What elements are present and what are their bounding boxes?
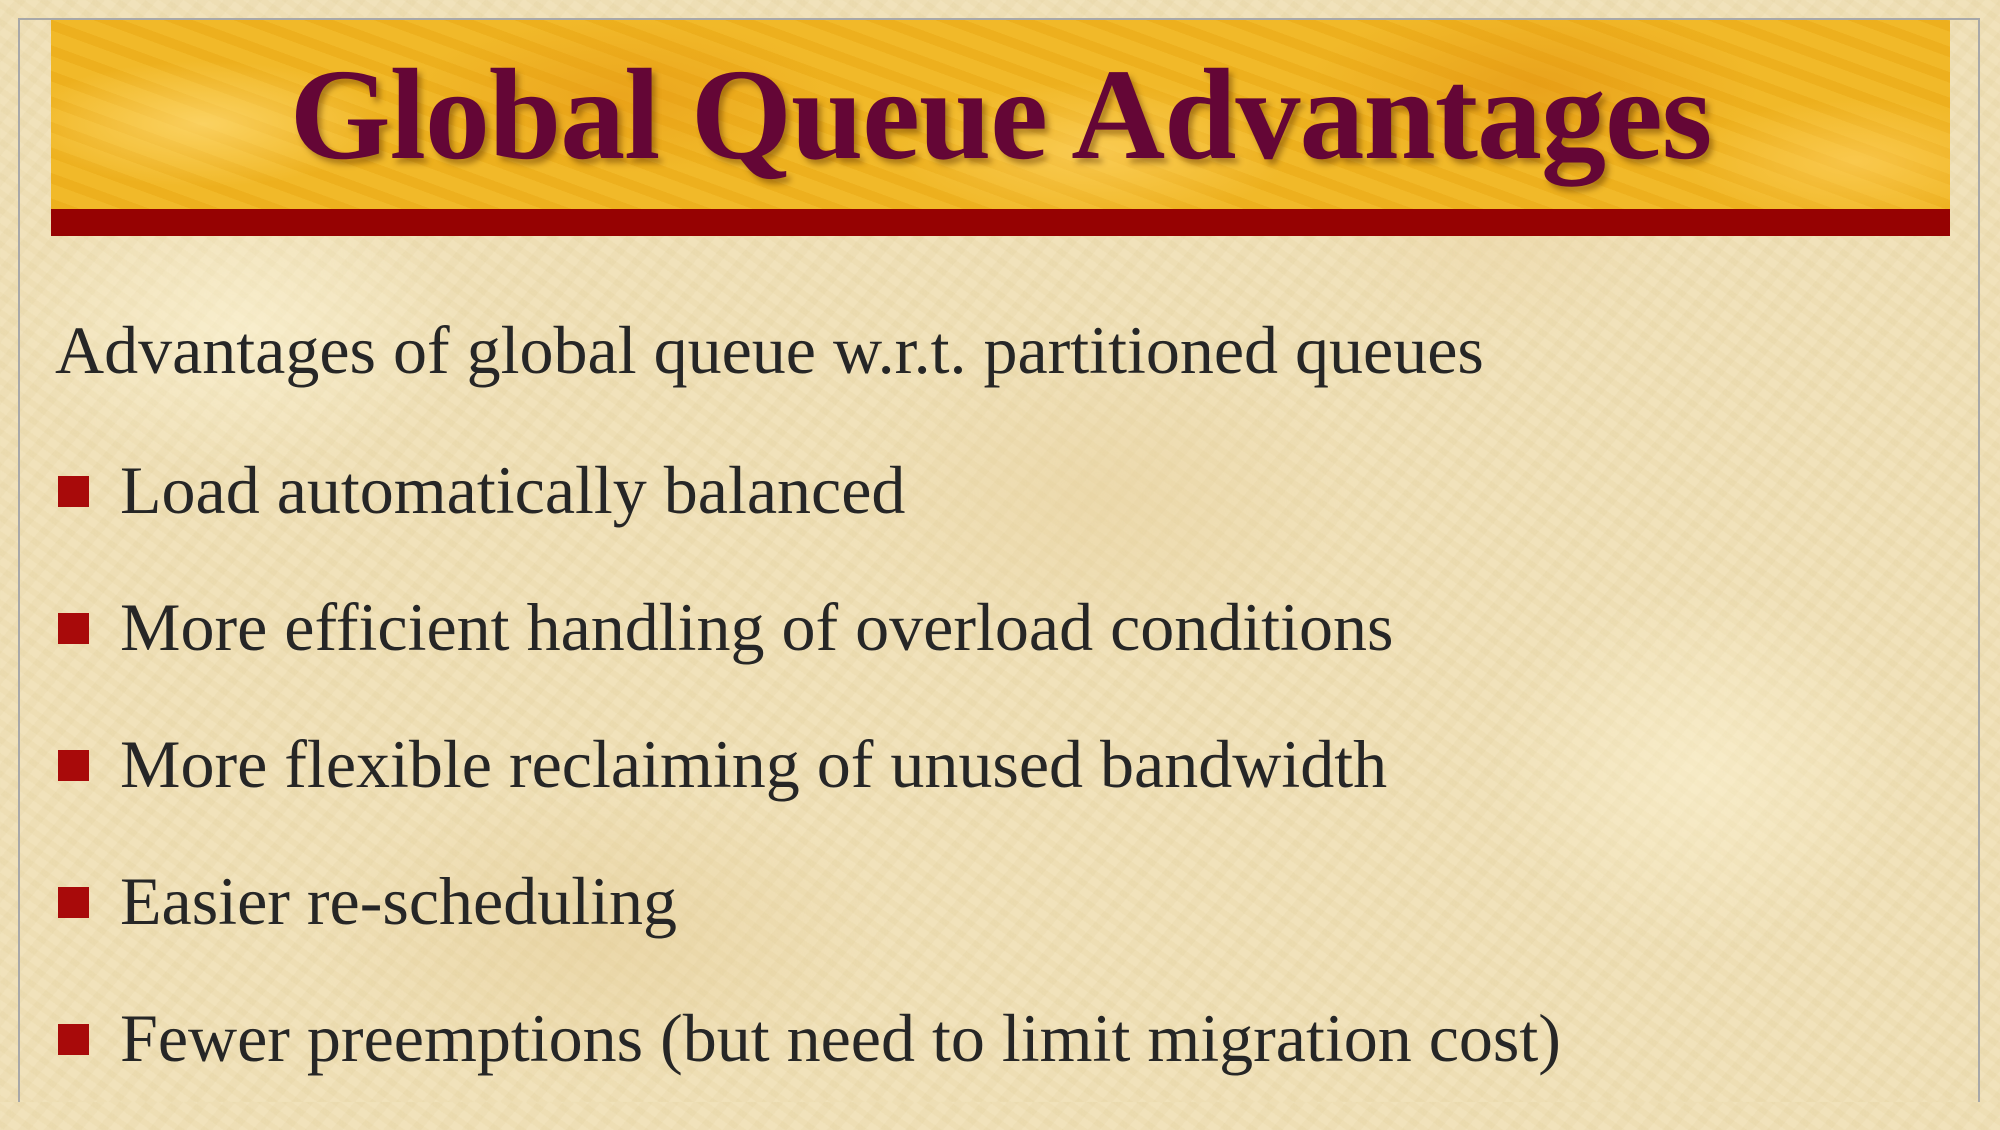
list-item: Easier re-scheduling <box>58 856 1561 993</box>
square-bullet-icon <box>58 613 89 644</box>
slide-title: Global Queue Advantages <box>289 42 1713 187</box>
bullet-list: Load automatically balanced More efficie… <box>58 445 1561 1130</box>
title-rule <box>51 209 1950 236</box>
square-bullet-icon <box>58 1024 89 1055</box>
list-item: More efficient handling of overload cond… <box>58 582 1561 719</box>
bullet-text: More efficient handling of overload cond… <box>120 589 1394 665</box>
list-item: Load automatically balanced <box>58 445 1561 582</box>
bullet-text: Easier re-scheduling <box>120 863 677 939</box>
intro-text: Advantages of global queue w.r.t. partit… <box>55 312 1484 388</box>
square-bullet-icon <box>58 887 89 918</box>
bullet-text: More flexible reclaiming of unused bandw… <box>120 726 1388 802</box>
list-item: Fewer preemptions (but need to limit mig… <box>58 993 1561 1130</box>
bullet-text: Fewer preemptions (but need to limit mig… <box>120 1000 1561 1076</box>
list-item: More flexible reclaiming of unused bandw… <box>58 719 1561 856</box>
square-bullet-icon <box>58 476 89 507</box>
square-bullet-icon <box>58 750 89 781</box>
bullet-text: Load automatically balanced <box>120 452 906 528</box>
